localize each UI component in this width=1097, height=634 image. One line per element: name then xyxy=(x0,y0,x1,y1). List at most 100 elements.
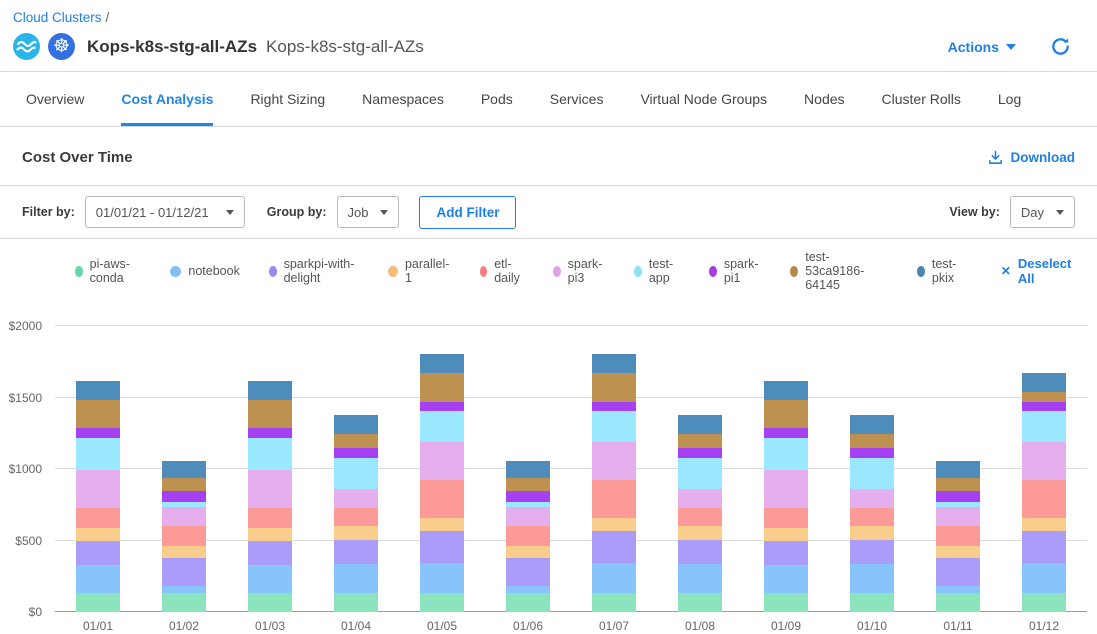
bar-segment-spark-pi1[interactable] xyxy=(506,491,550,502)
bar-segment-pi-aws-conda[interactable] xyxy=(334,593,378,612)
bar-segment-test-app[interactable] xyxy=(248,438,292,470)
breadcrumb-link-cloud-clusters[interactable]: Cloud Clusters xyxy=(13,10,102,25)
bar-segment-spark-pi3[interactable] xyxy=(506,507,550,526)
tab-virtual-node-groups[interactable]: Virtual Node Groups xyxy=(640,72,767,126)
bar-segment-notebook[interactable] xyxy=(334,564,378,593)
bar-segment-spark-pi3[interactable] xyxy=(764,470,808,509)
bar-segment-test-pkix[interactable] xyxy=(850,415,894,434)
bar-segment-parallel-1[interactable] xyxy=(162,546,206,559)
bar-segment-notebook[interactable] xyxy=(1022,563,1066,593)
bar-segment-spark-pi3[interactable] xyxy=(334,489,378,508)
bar-segment-notebook[interactable] xyxy=(420,563,464,593)
bar-segment-sparkpi-with-delight[interactable] xyxy=(936,558,980,585)
bar-segment-test-pkix[interactable] xyxy=(334,415,378,434)
bar-segment-test-app[interactable] xyxy=(592,411,636,442)
legend-item-spark-pi3[interactable]: spark-pi3 xyxy=(553,257,606,285)
bar-segment-test-app[interactable] xyxy=(420,411,464,442)
bar-segment-pi-aws-conda[interactable] xyxy=(936,593,980,612)
tab-namespaces[interactable]: Namespaces xyxy=(362,72,444,126)
bar-segment-spark-pi3[interactable] xyxy=(420,442,464,480)
bar-segment-test-pkix[interactable] xyxy=(678,415,722,434)
bar-segment-etl-daily[interactable] xyxy=(76,508,120,527)
tab-services[interactable]: Services xyxy=(550,72,604,126)
bar-segment-parallel-1[interactable] xyxy=(764,528,808,541)
bar-segment-parallel-1[interactable] xyxy=(506,546,550,559)
bar-segment-spark-pi3[interactable] xyxy=(678,489,722,508)
bar-segment-sparkpi-with-delight[interactable] xyxy=(248,541,292,565)
bar-segment-spark-pi3[interactable] xyxy=(162,507,206,526)
download-button[interactable]: Download xyxy=(987,149,1076,166)
refresh-icon[interactable] xyxy=(1050,36,1071,57)
bar-segment-notebook[interactable] xyxy=(248,565,292,594)
bar-segment-spark-pi1[interactable] xyxy=(936,491,980,502)
bar-segment-test-pkix[interactable] xyxy=(764,381,808,400)
bar-segment-test-pkix[interactable] xyxy=(506,461,550,478)
bar-segment-test-53ca9186-64145[interactable] xyxy=(1022,392,1066,402)
bar-segment-sparkpi-with-delight[interactable] xyxy=(1022,531,1066,563)
bar-segment-parallel-1[interactable] xyxy=(420,518,464,532)
group-by-select[interactable]: Job xyxy=(337,196,400,228)
bar-segment-parallel-1[interactable] xyxy=(334,526,378,540)
tab-cost-analysis[interactable]: Cost Analysis xyxy=(121,72,213,126)
bar-segment-test-53ca9186-64145[interactable] xyxy=(678,434,722,448)
bar-segment-test-53ca9186-64145[interactable] xyxy=(76,400,120,428)
deselect-all-button[interactable]: ✕ Deselect All xyxy=(1001,256,1075,286)
bar-segment-sparkpi-with-delight[interactable] xyxy=(592,531,636,563)
bar-segment-test-pkix[interactable] xyxy=(162,461,206,478)
bar-segment-sparkpi-with-delight[interactable] xyxy=(420,531,464,563)
bar-segment-pi-aws-conda[interactable] xyxy=(248,593,292,612)
bar-segment-pi-aws-conda[interactable] xyxy=(420,593,464,612)
bar-segment-pi-aws-conda[interactable] xyxy=(850,593,894,612)
bar-segment-test-pkix[interactable] xyxy=(76,381,120,400)
bar-segment-spark-pi3[interactable] xyxy=(592,442,636,480)
bar-segment-etl-daily[interactable] xyxy=(764,508,808,527)
tab-overview[interactable]: Overview xyxy=(26,72,84,126)
bar-segment-pi-aws-conda[interactable] xyxy=(162,593,206,612)
bar-segment-pi-aws-conda[interactable] xyxy=(592,593,636,612)
bar-segment-sparkpi-with-delight[interactable] xyxy=(76,541,120,565)
bar-segment-parallel-1[interactable] xyxy=(936,546,980,559)
bar-segment-etl-daily[interactable] xyxy=(592,480,636,518)
bar-segment-spark-pi1[interactable] xyxy=(592,402,636,411)
bar-segment-spark-pi1[interactable] xyxy=(162,491,206,502)
bar-segment-spark-pi3[interactable] xyxy=(76,470,120,509)
bar-segment-parallel-1[interactable] xyxy=(1022,518,1066,532)
bar-segment-notebook[interactable] xyxy=(592,563,636,593)
actions-button[interactable]: Actions xyxy=(948,39,1016,55)
bar-segment-test-pkix[interactable] xyxy=(248,381,292,400)
legend-item-test-53ca9186-64145[interactable]: test-53ca9186-64145 xyxy=(790,250,888,292)
bar-segment-test-53ca9186-64145[interactable] xyxy=(936,478,980,491)
bar-segment-sparkpi-with-delight[interactable] xyxy=(850,540,894,564)
bar-segment-spark-pi1[interactable] xyxy=(420,402,464,411)
bar-segment-sparkpi-with-delight[interactable] xyxy=(678,540,722,564)
view-by-select[interactable]: Day xyxy=(1010,196,1075,228)
bar-segment-test-app[interactable] xyxy=(76,438,120,470)
bar-segment-spark-pi1[interactable] xyxy=(248,428,292,438)
bar-segment-etl-daily[interactable] xyxy=(936,526,980,545)
bar-segment-test-app[interactable] xyxy=(764,438,808,470)
bar-segment-test-pkix[interactable] xyxy=(936,461,980,478)
bar-segment-test-pkix[interactable] xyxy=(1022,373,1066,392)
bar-segment-etl-daily[interactable] xyxy=(1022,480,1066,518)
bar-segment-spark-pi1[interactable] xyxy=(850,448,894,457)
bar-segment-spark-pi3[interactable] xyxy=(936,507,980,526)
bar-segment-test-pkix[interactable] xyxy=(420,354,464,373)
bar-segment-test-53ca9186-64145[interactable] xyxy=(764,400,808,428)
bar-segment-notebook[interactable] xyxy=(850,564,894,593)
bar-segment-etl-daily[interactable] xyxy=(162,526,206,545)
bar-segment-test-app[interactable] xyxy=(1022,411,1066,442)
bar-segment-test-53ca9186-64145[interactable] xyxy=(334,434,378,448)
bar-segment-parallel-1[interactable] xyxy=(76,528,120,541)
legend-item-parallel-1[interactable]: parallel-1 xyxy=(388,257,450,285)
legend-item-spark-pi1[interactable]: spark-pi1 xyxy=(709,257,762,285)
bar-segment-notebook[interactable] xyxy=(162,586,206,594)
bar-segment-parallel-1[interactable] xyxy=(592,518,636,532)
bar-segment-etl-daily[interactable] xyxy=(850,508,894,527)
legend-item-pi-aws-conda[interactable]: pi-aws-conda xyxy=(75,257,141,285)
bar-segment-test-53ca9186-64145[interactable] xyxy=(850,434,894,448)
bar-segment-test-53ca9186-64145[interactable] xyxy=(162,478,206,491)
bar-segment-test-53ca9186-64145[interactable] xyxy=(506,478,550,491)
tab-log[interactable]: Log xyxy=(998,72,1021,126)
tab-cluster-rolls[interactable]: Cluster Rolls xyxy=(882,72,961,126)
bar-segment-parallel-1[interactable] xyxy=(248,528,292,541)
